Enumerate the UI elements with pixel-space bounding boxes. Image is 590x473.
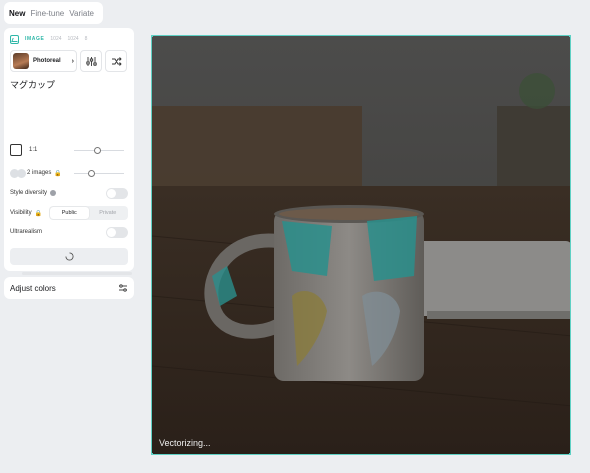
resize-handle-bottom-right[interactable] (569, 453, 570, 454)
tab-new[interactable]: New (9, 9, 25, 18)
ultrarealism-label: Ultrarealism (10, 229, 43, 235)
image-icon (10, 34, 19, 44)
style-diversity-toggle[interactable] (106, 187, 128, 199)
loading-spinner-icon (64, 252, 74, 261)
aspect-slider-knob[interactable] (94, 146, 101, 154)
tab-fine-tune[interactable]: Fine-tune (30, 9, 64, 18)
mode-row: IMAGE 1024 1024 8 (10, 33, 128, 45)
visibility-label: Visibility (10, 210, 32, 216)
model-avatar (13, 53, 29, 69)
ultrarealism-toggle[interactable] (106, 226, 128, 238)
visibility-toggle: Public Private (49, 206, 128, 220)
generation-panel: IMAGE 1024 1024 8 Photoreal › マグカップ 1:1 (4, 28, 134, 271)
image-count-row: 2 images 🔒 (10, 165, 128, 181)
images-label: 2 images (27, 170, 52, 176)
mode-tabs: New Fine-tune Variate (4, 2, 103, 24)
model-name: Photoreal (33, 58, 61, 64)
status-text: Vectorizing... (159, 438, 211, 448)
lock-icon: 🔒 (34, 210, 43, 217)
mode-label[interactable]: IMAGE (25, 36, 44, 42)
style-diversity-row: Style diversity (10, 185, 128, 201)
help-icon[interactable] (50, 190, 57, 196)
adjust-colors-label: Adjust colors (10, 283, 56, 293)
shuffle-icon (111, 56, 122, 66)
chevron-right-icon: › (71, 57, 74, 65)
resize-handle-top-right[interactable] (569, 36, 570, 37)
ultrarealism-row: Ultrarealism (10, 224, 128, 240)
aspect-slider[interactable] (74, 146, 124, 154)
visibility-public-option[interactable]: Public (50, 207, 89, 219)
generate-button[interactable] (10, 248, 128, 265)
tab-variate[interactable]: Variate (69, 9, 94, 18)
aspect-row: 1:1 (10, 142, 128, 158)
adjust-icon (119, 284, 127, 292)
width-value: 1024 (50, 36, 62, 42)
height-value: 1024 (67, 36, 79, 42)
visibility-row: Visibility 🔒 Public Private (10, 205, 128, 221)
image-count-slider-knob[interactable] (88, 169, 95, 177)
model-row: Photoreal › (10, 50, 128, 72)
image-count-slider[interactable] (74, 169, 124, 177)
count-value: 8 (84, 36, 88, 42)
model-selector[interactable]: Photoreal › (10, 50, 77, 72)
resize-handle-top-left[interactable] (152, 36, 153, 37)
lock-icon: 🔒 (54, 170, 62, 177)
visibility-private-option[interactable]: Private (89, 207, 128, 219)
images-icon (10, 168, 26, 178)
adjust-colors-panel[interactable]: Adjust colors (4, 277, 134, 299)
image-canvas[interactable]: Vectorizing... (151, 35, 571, 455)
style-diversity-label: Style diversity (10, 190, 48, 196)
resize-handle-bottom-left[interactable] (152, 453, 153, 454)
sliders-icon (85, 56, 97, 66)
aspect-label: 1:1 (29, 147, 38, 153)
aspect-ratio-icon[interactable] (10, 144, 22, 156)
settings-sliders-button[interactable] (80, 50, 102, 72)
shuffle-button[interactable] (105, 50, 127, 72)
panel-resize-bar[interactable] (22, 272, 132, 275)
prompt-input[interactable]: マグカップ (10, 78, 128, 91)
generated-image (152, 36, 570, 454)
